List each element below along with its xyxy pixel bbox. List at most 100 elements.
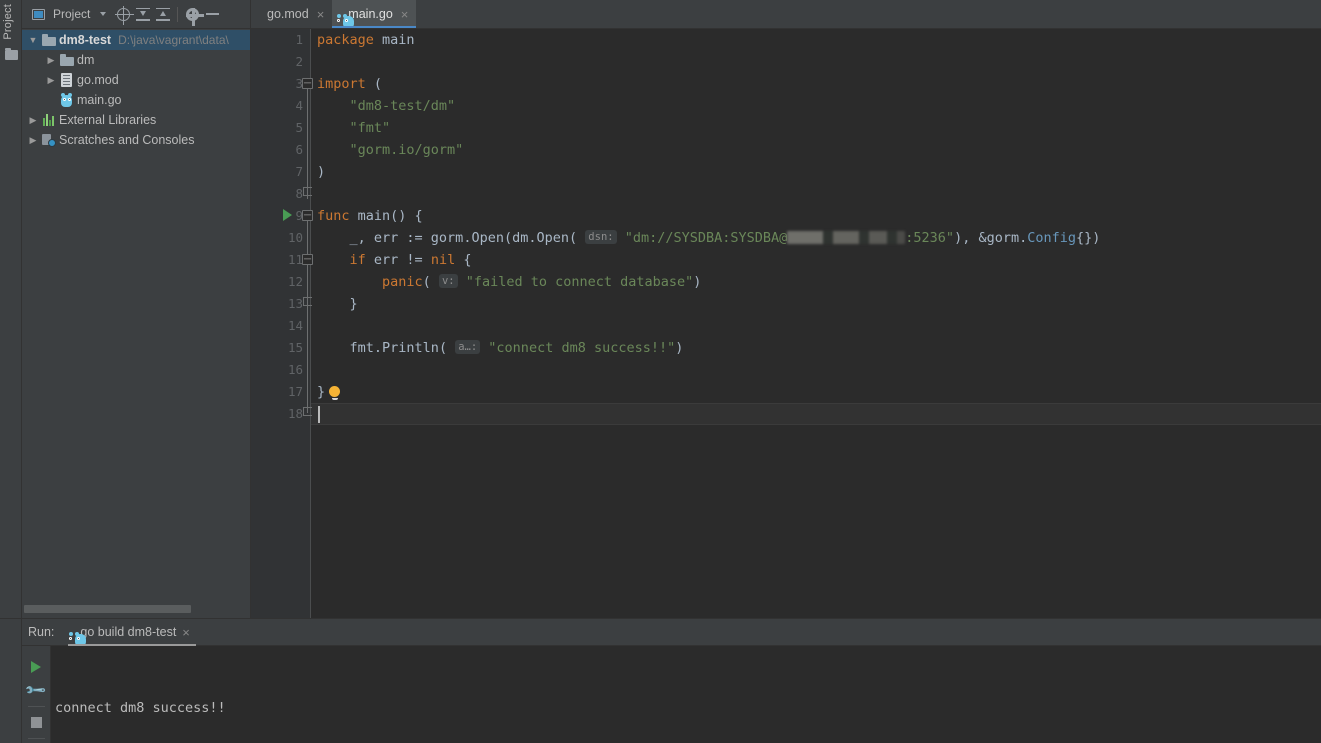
chevron-right-icon[interactable]: ▶	[44, 55, 58, 66]
token-assign: _, err :=	[317, 230, 431, 246]
tree-node-external-libraries[interactable]: ▶ External Libraries	[22, 110, 250, 130]
token-dot: .	[528, 230, 537, 246]
fold-marker-import[interactable]: ─	[302, 78, 313, 89]
token-println-message: "connect dm8 success!!"	[480, 340, 676, 356]
token-call-open: Open	[536, 230, 570, 246]
line-number: 8	[295, 186, 303, 201]
fold-marker-if[interactable]: ─	[302, 254, 313, 265]
token-paren: (	[422, 274, 439, 290]
token-brace: }	[317, 384, 326, 400]
editor-gutter[interactable]: 1 2 3 4 5 6 7 8 9 10 11 12 13 14 15 16 1…	[251, 29, 311, 618]
code-editor[interactable]: 1 2 3 4 5 6 7 8 9 10 11 12 13 14 15 16 1…	[251, 29, 1321, 618]
line-number: 18	[287, 406, 303, 421]
token-dsn-string-start: "dm://SYSDBA:SYSDBA@	[616, 230, 788, 246]
tab-go-mod[interactable]: go.mod ×	[251, 0, 332, 28]
rerun-play-icon[interactable]	[22, 655, 51, 678]
code-line-3: import (	[317, 73, 382, 95]
token-import-path: "dm8-test/dm"	[317, 98, 456, 114]
tree-node-dm[interactable]: ▶ dm	[22, 50, 250, 70]
tree-node-dm8-test[interactable]: ▼ dm8-test D:\java\vagrant\data\	[22, 30, 250, 50]
stop-icon[interactable]	[22, 711, 51, 734]
token-call-open: Open	[471, 230, 504, 246]
collapse-all-icon[interactable]	[153, 4, 173, 24]
chevron-right-icon[interactable]: ▶	[26, 135, 40, 146]
expand-all-icon[interactable]	[133, 4, 153, 24]
bottom-left-strip	[0, 619, 22, 743]
parameter-hint-dsn: dsn:	[585, 230, 617, 244]
console-output[interactable]: connect dm8 success!! Process finished w…	[51, 646, 1321, 743]
project-panel-horizontal-scrollbar[interactable]	[22, 600, 250, 618]
fold-end-marker-func	[303, 407, 312, 416]
token-pkg-gorm: gorm	[430, 230, 464, 246]
text-caret	[318, 406, 320, 423]
token-sep: ), &	[954, 230, 987, 246]
close-icon[interactable]: ×	[182, 625, 190, 640]
run-tab-go-build[interactable]: go build dm8-test ×	[68, 619, 197, 646]
project-tool-window: Project ▼ dm8-test D:\java\vagrant\data\…	[22, 0, 251, 618]
file-icon	[58, 73, 75, 87]
token-dot: .	[1019, 230, 1028, 246]
code-content[interactable]: ─ ─ ─ package main import ( "dm8-test/dm…	[302, 29, 1321, 618]
folder-icon[interactable]	[5, 48, 18, 60]
close-icon[interactable]: ×	[317, 8, 325, 21]
token-paren: )	[675, 340, 684, 356]
scratches-icon	[40, 133, 57, 147]
token-type-config: Config	[1027, 230, 1077, 246]
console-line: connect dm8 success!!	[55, 700, 226, 716]
line-number: 11	[287, 252, 303, 267]
token-paren: (	[365, 76, 383, 92]
current-line-highlight	[311, 403, 1321, 425]
tree-node-label: main.go	[77, 93, 122, 107]
ide-window: Project Project ▼ dm8-test D:\java\vagra…	[0, 0, 1321, 743]
token-keyword-nil: nil	[430, 252, 456, 268]
scrollbar-thumb[interactable]	[24, 605, 191, 613]
line-number: 7	[295, 164, 303, 179]
left-tool-strip: Project	[0, 0, 22, 618]
token-import-path: "fmt"	[317, 120, 391, 136]
toolbar-divider	[27, 738, 45, 739]
line-number: 4	[295, 98, 303, 113]
token-panic-message: "failed to connect database"	[457, 274, 694, 290]
token-paren: (	[438, 340, 456, 356]
tree-node-scratches-and-consoles[interactable]: ▶ Scratches and Consoles	[22, 130, 250, 150]
tree-node-go-mod[interactable]: ▶ go.mod	[22, 70, 250, 90]
toolbar-divider	[27, 705, 45, 707]
token-dsn-string-end: :5236"	[905, 230, 955, 246]
token-func-sig: () {	[390, 208, 423, 224]
fold-marker-func-main[interactable]: ─	[302, 210, 313, 221]
token-paren: (	[569, 230, 586, 246]
line-number: 10	[287, 230, 303, 245]
token-builtin-panic: panic	[382, 274, 423, 290]
gear-icon[interactable]	[182, 4, 205, 26]
code-line-7: )	[317, 161, 325, 183]
intention-bulb-icon[interactable]	[329, 386, 340, 400]
fold-region-line	[307, 89, 308, 199]
tree-node-label: dm	[77, 53, 95, 67]
project-panel-title: Project	[53, 7, 91, 21]
locate-target-icon[interactable]	[113, 4, 134, 25]
chevron-right-icon[interactable]: ▶	[26, 115, 40, 126]
token-call-println: Println	[382, 340, 439, 356]
code-line-1: package main	[317, 29, 415, 51]
code-line-5: "fmt"	[317, 117, 391, 139]
chevron-right-icon[interactable]: ▶	[44, 75, 58, 86]
settings-wrench-icon[interactable]: 🔧	[22, 678, 51, 702]
run-gutter-icon[interactable]	[283, 209, 292, 221]
chevron-down-icon[interactable]	[93, 4, 113, 24]
fold-end-marker-import	[303, 187, 312, 196]
tool-window-button-project[interactable]: Project	[2, 4, 14, 40]
line-number: 17	[287, 384, 303, 399]
chevron-down-icon[interactable]: ▼	[26, 35, 40, 45]
fold-end-marker-if	[303, 297, 312, 306]
line-number: 1	[295, 32, 303, 47]
libraries-icon	[40, 114, 57, 126]
minimize-icon[interactable]	[202, 4, 222, 24]
token-keyword-import: import	[317, 76, 366, 92]
tab-label: main.go	[348, 7, 393, 21]
project-tree: ▼ dm8-test D:\java\vagrant\data\ ▶ dm ▶ …	[22, 29, 250, 600]
close-icon[interactable]: ×	[401, 8, 409, 21]
tree-node-main-go[interactable]: ▶ main.go	[22, 90, 250, 110]
tab-main-go[interactable]: main.go ×	[332, 0, 417, 28]
project-view-icon[interactable]	[28, 4, 48, 24]
